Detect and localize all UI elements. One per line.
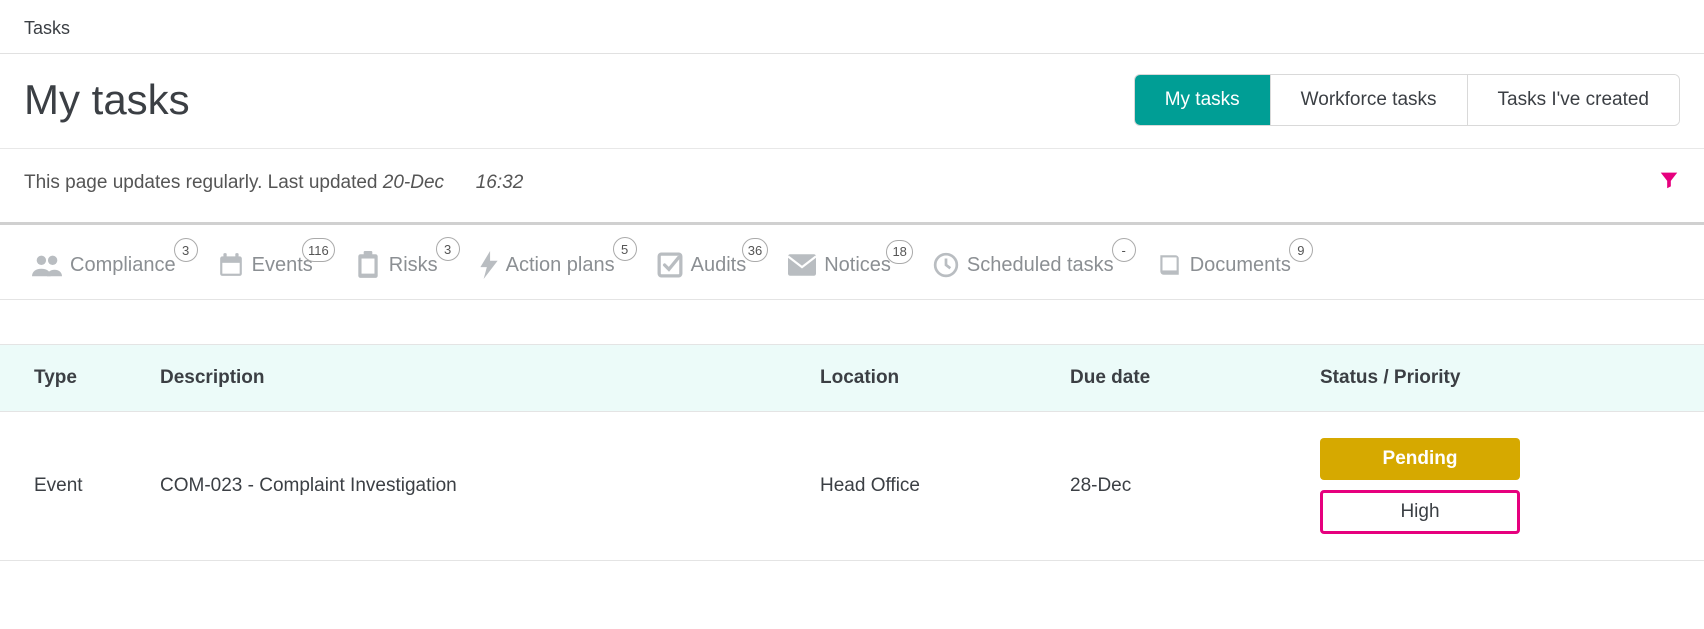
last-updated-text: This page updates regularly. Last update…: [24, 172, 523, 194]
clock-icon: [933, 252, 959, 278]
filter-icon[interactable]: [1658, 169, 1680, 196]
category-scheduled-tasks[interactable]: Scheduled tasks-: [933, 252, 1114, 278]
table-row[interactable]: EventCOM-023 - Complaint InvestigationHe…: [0, 412, 1704, 561]
cell-location: Head Office: [820, 475, 1070, 497]
status-badge: Pending: [1320, 438, 1520, 480]
category-bar: Compliance3Events116Risks3Action plans5A…: [0, 222, 1704, 300]
category-count-badge: 3: [436, 237, 460, 261]
th-type: Type: [0, 367, 160, 389]
check-square-icon: [657, 252, 683, 278]
scope-tab-workforce-tasks[interactable]: Workforce tasks: [1270, 75, 1467, 125]
header-row: My tasks My tasksWorkforce tasksTasks I'…: [0, 54, 1704, 149]
cell-description: COM-023 - Complaint Investigation: [160, 475, 820, 497]
cell-type: Event: [0, 475, 160, 497]
category-count-badge: 36: [742, 238, 768, 262]
table-header: Type Description Location Due date Statu…: [0, 344, 1704, 412]
cell-status-priority: Pending High: [1320, 438, 1704, 534]
category-risks[interactable]: Risks3: [355, 251, 438, 279]
category-count-badge: 3: [174, 238, 198, 262]
th-description: Description: [160, 367, 820, 389]
envelope-icon: [788, 254, 816, 276]
users-icon: [32, 252, 62, 278]
book-icon: [1156, 252, 1182, 278]
category-action-plans[interactable]: Action plans5: [480, 251, 615, 279]
category-documents[interactable]: Documents9: [1156, 252, 1291, 278]
category-label: Notices: [824, 254, 891, 277]
category-label: Documents: [1190, 254, 1291, 277]
category-label: Scheduled tasks: [967, 254, 1114, 277]
scope-tabs: My tasksWorkforce tasksTasks I've create…: [1134, 74, 1680, 126]
bolt-icon: [480, 251, 498, 279]
update-time: 16:32: [476, 172, 524, 193]
update-prefix: This page updates regularly. Last update…: [24, 172, 383, 193]
category-count-badge: 18: [886, 240, 912, 264]
category-compliance[interactable]: Compliance3: [32, 252, 176, 278]
category-count-badge: -: [1112, 238, 1136, 262]
update-date: 20-Dec: [383, 172, 444, 193]
category-label: Risks: [389, 254, 438, 277]
page-title: My tasks: [24, 76, 190, 124]
update-row: This page updates regularly. Last update…: [0, 149, 1704, 222]
scope-tab-tasks-i-ve-created[interactable]: Tasks I've created: [1467, 75, 1679, 125]
category-count-badge: 5: [613, 237, 637, 261]
cell-due-date: 28-Dec: [1070, 475, 1320, 497]
calendar-icon: [218, 252, 244, 278]
th-location: Location: [820, 367, 1070, 389]
clipboard-icon: [355, 251, 381, 279]
category-events[interactable]: Events116: [218, 252, 313, 278]
tasks-table: Type Description Location Due date Statu…: [0, 344, 1704, 561]
category-count-badge: 116: [302, 238, 335, 262]
th-status-priority: Status / Priority: [1320, 367, 1704, 389]
category-label: Audits: [691, 254, 747, 277]
category-notices[interactable]: Notices18: [788, 254, 891, 277]
breadcrumb: Tasks: [0, 0, 1704, 54]
priority-badge: High: [1320, 490, 1520, 534]
category-count-badge: 9: [1289, 238, 1313, 262]
category-label: Action plans: [506, 254, 615, 277]
category-audits[interactable]: Audits36: [657, 252, 747, 278]
scope-tab-my-tasks[interactable]: My tasks: [1135, 75, 1270, 125]
category-label: Compliance: [70, 254, 176, 277]
th-due-date: Due date: [1070, 367, 1320, 389]
